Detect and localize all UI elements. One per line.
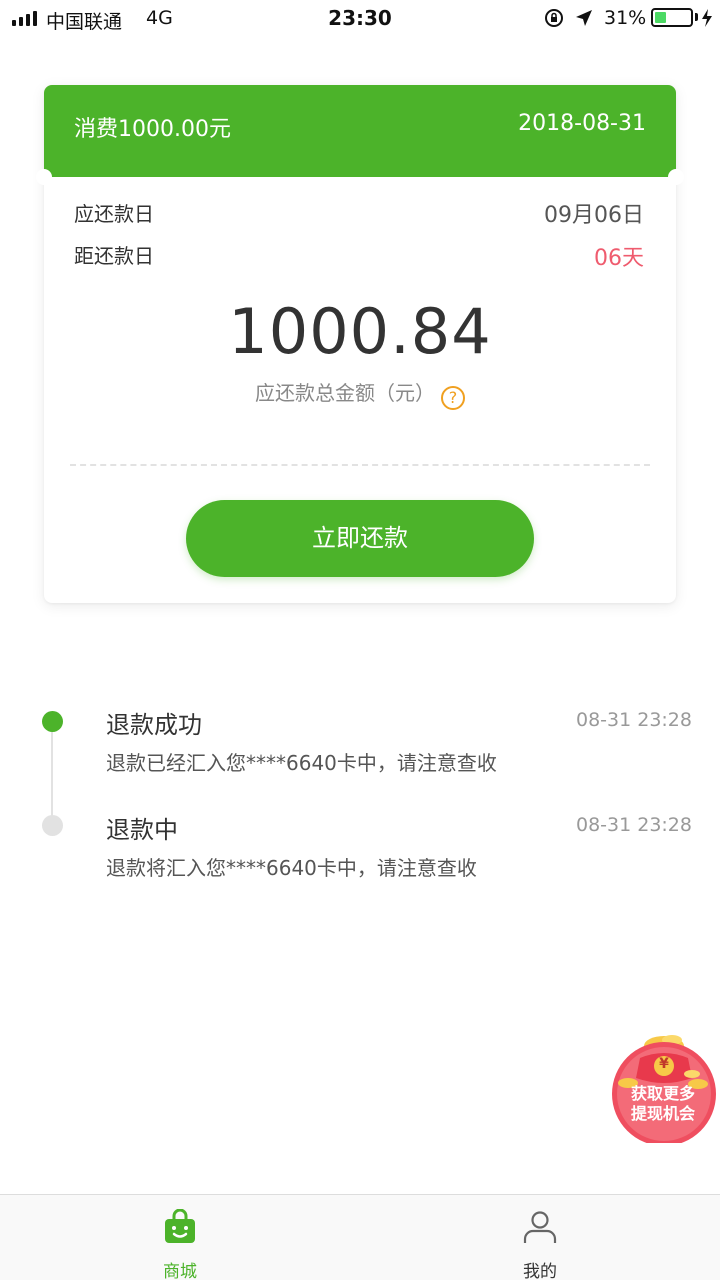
pay-now-button[interactable]: 立即还款 — [186, 500, 534, 577]
timeline-description: 退款已经汇入您****6640卡中，请注意查收 — [106, 751, 497, 775]
battery-percent: 31% — [604, 7, 647, 29]
orientation-lock-icon — [545, 9, 563, 27]
due-date-value: 09月06日 — [544, 203, 644, 228]
timeline-description: 退款将汇入您****6640卡中，请注意查收 — [106, 856, 477, 880]
consumption-date: 2018-08-31 — [518, 111, 646, 136]
tab-mine-label: 我的 — [523, 1262, 557, 1280]
timeline-title: 退款成功 — [106, 711, 202, 739]
total-amount-caption: 应还款总金额（元）? — [44, 377, 676, 410]
timeline-status-dot-done — [42, 711, 63, 732]
consumption-amount: 消费1000.00元 — [74, 117, 231, 142]
tab-mall-label: 商城 — [163, 1262, 197, 1280]
tab-mall[interactable]: 商城 — [0, 1195, 360, 1280]
bill-detail-screen: 中国联通 4G 23:30 31% 消费1000.00元 2018-08-31 … — [0, 0, 720, 1280]
timeline-status-dot-pending — [42, 815, 63, 836]
user-profile-icon — [523, 1211, 557, 1243]
days-left-label: 距还款日 — [74, 244, 154, 268]
battery-nub — [695, 13, 698, 21]
bill-card-header: 消费1000.00元 2018-08-31 — [44, 85, 676, 177]
total-amount: 1000.84 — [228, 295, 492, 368]
timeline-time: 08-31 23:28 — [575, 709, 692, 731]
timeline-connector — [51, 730, 53, 822]
promo-line-2: 提现机会 — [630, 1104, 695, 1123]
yuan-coin-symbol: ¥ — [659, 1056, 669, 1072]
battery-icon — [651, 8, 693, 27]
promo-line-1: 获取更多 — [630, 1084, 695, 1103]
bill-card: 消费1000.00元 2018-08-31 应还款日 09月06日 距还款日 0… — [36, 85, 684, 603]
location-arrow-icon — [576, 10, 592, 26]
days-left-value: 06天 — [594, 246, 644, 271]
help-icon[interactable]: ? — [441, 386, 465, 410]
total-amount-caption-text: 应还款总金额（元） — [255, 381, 435, 405]
dashed-divider — [70, 464, 650, 466]
battery-level-fill — [655, 12, 666, 23]
status-bar: 中国联通 4G 23:30 31% — [0, 0, 720, 40]
ticket-notch-right — [668, 169, 684, 185]
timeline-title: 退款中 — [106, 816, 178, 844]
promo-text: 获取更多 提现机会 — [606, 1084, 720, 1124]
ticket-notch-left — [36, 169, 52, 185]
timeline-time: 08-31 23:28 — [575, 814, 692, 836]
tab-mine[interactable]: 我的 — [360, 1195, 720, 1280]
shopping-bag-icon — [165, 1209, 195, 1243]
promo-badge[interactable]: ¥ 获取更多 提现机会 — [606, 1028, 720, 1146]
bottom-tab-bar: 商城 我的 — [0, 1194, 720, 1280]
due-date-label: 应还款日 — [74, 202, 154, 226]
charging-icon — [702, 9, 712, 27]
